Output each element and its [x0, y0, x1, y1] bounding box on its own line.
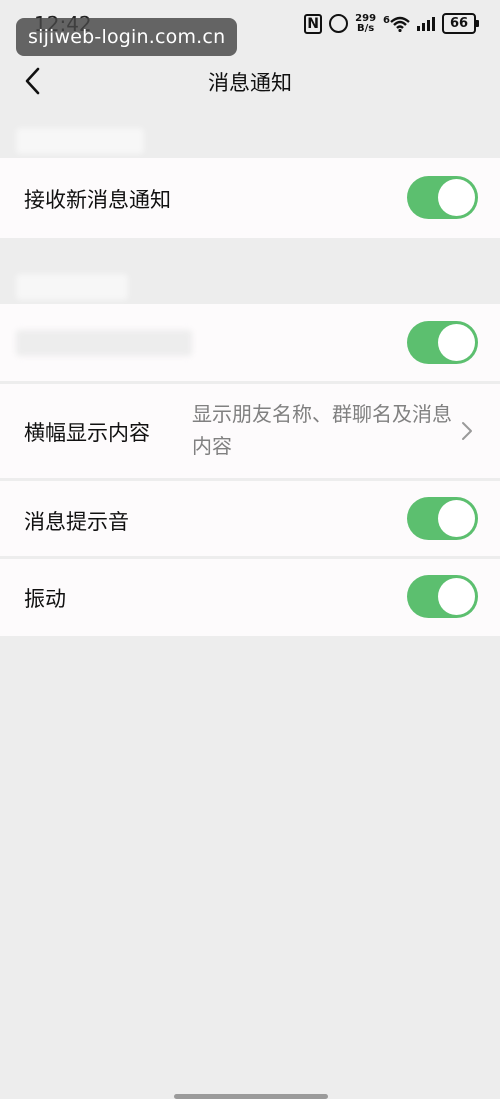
setting-blurred [0, 304, 500, 382]
toggle-knob [438, 324, 475, 361]
setting-receive-new-messages: 接收新消息通知 [0, 158, 500, 238]
setting-label: 振动 [24, 587, 66, 611]
status-icons: N 299 B/s 6 66 [304, 12, 479, 34]
alarm-icon [329, 14, 349, 33]
page-title: 消息通知 [208, 71, 292, 95]
nfc-icon: N [304, 13, 323, 34]
wifi-icon [390, 16, 410, 32]
vibrate-toggle[interactable] [407, 575, 478, 618]
blurred-section-header [16, 274, 128, 300]
signal-icon [417, 16, 435, 31]
setting-message-sound: 消息提示音 [0, 481, 500, 557]
home-indicator[interactable] [174, 1094, 328, 1099]
setting-label: 横幅显示内容 [24, 421, 150, 445]
setting-vibrate: 振动 [0, 559, 500, 636]
toggle-knob [438, 578, 475, 615]
wifi-status: 6 [383, 14, 410, 32]
network-speed-value: 299 [355, 12, 377, 24]
network-speed: 299 B/s [355, 12, 377, 34]
nav-bar: 消息通知 [0, 50, 500, 112]
setting-label: 接收新消息通知 [24, 188, 171, 212]
blurred-setting-label [16, 330, 192, 356]
network-speed-unit: B/s [356, 22, 375, 34]
chevron-right-icon [462, 422, 472, 440]
message-sound-toggle[interactable] [407, 497, 478, 540]
receive-new-messages-toggle[interactable] [407, 176, 478, 219]
battery-icon: 66 [442, 13, 479, 34]
toggle-knob [438, 179, 475, 216]
setting-label: 消息提示音 [24, 510, 129, 534]
blurred-section-header [16, 128, 144, 154]
toggle-knob [438, 500, 475, 537]
wifi-generation: 6 [383, 14, 390, 26]
banner-content-value: 显示朋友名称、群聊名及消息内容 [192, 402, 452, 458]
blurred-setting-toggle[interactable] [407, 321, 478, 364]
setting-banner-content[interactable]: 横幅显示内容 显示朋友名称、群聊名及消息内容 [0, 384, 500, 478]
